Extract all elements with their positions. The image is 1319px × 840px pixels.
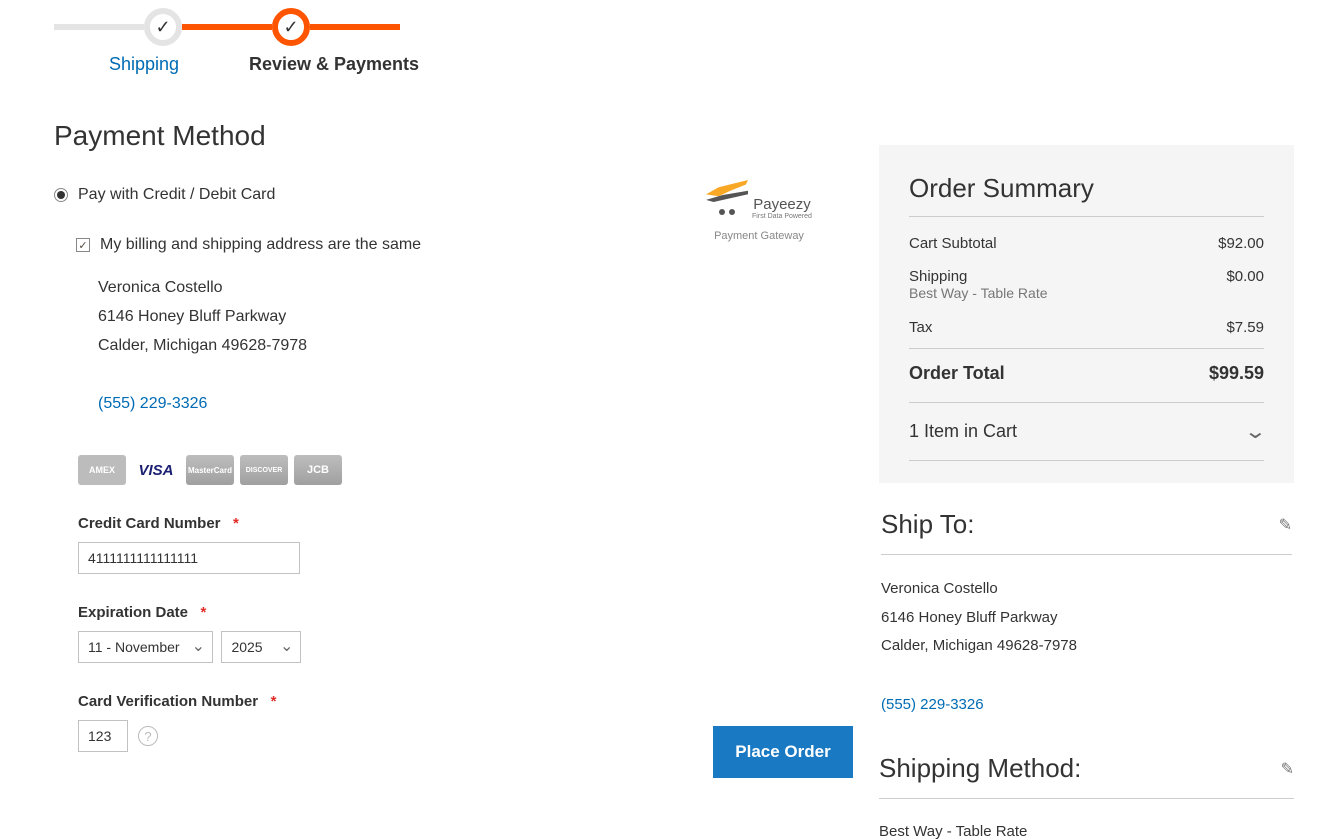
progress-labels: Shipping Review & Payments bbox=[54, 54, 434, 75]
order-summary: Order Summary Cart Subtotal $92.00 Shipp… bbox=[879, 145, 1294, 483]
exp-month-select[interactable]: 11 - November bbox=[78, 631, 213, 663]
chevron-down-icon: ⌄ bbox=[1244, 419, 1267, 444]
shipto-phone-link[interactable]: (555) 229-3326 bbox=[881, 691, 984, 720]
progress-bar: ✓ ✓ bbox=[54, 8, 400, 46]
cart-items-toggle[interactable]: 1 Item in Cart ⌄ bbox=[909, 402, 1264, 452]
billing-street: 6146 Honey Bluff Parkway bbox=[98, 303, 854, 332]
billing-phone-link[interactable]: (555) 229-3326 bbox=[98, 390, 207, 419]
gateway-caption: Payment Gateway bbox=[689, 230, 829, 242]
subtotal-value: $92.00 bbox=[1218, 235, 1264, 252]
mastercard-icon: MasterCard bbox=[186, 455, 234, 485]
bar-segment bbox=[182, 24, 272, 30]
discover-icon: DISCOVER bbox=[240, 455, 288, 485]
billing-same-label: My billing and shipping address are the … bbox=[100, 236, 421, 254]
total-value: $99.59 bbox=[1209, 363, 1264, 384]
shipmethod-value: Best Way - Table Rate bbox=[879, 823, 1294, 840]
payment-method-block: Pay with Credit / Debit Card ✓ My billin… bbox=[54, 186, 854, 752]
help-icon[interactable]: ? bbox=[138, 726, 158, 746]
shipto-street: 6146 Honey Bluff Parkway bbox=[881, 604, 1292, 633]
jcb-icon: JCB bbox=[294, 455, 342, 485]
gateway-brand: Payeezy bbox=[752, 196, 812, 213]
payeezy-swoosh-icon bbox=[706, 180, 748, 202]
cc-number-label-text: Credit Card Number bbox=[78, 515, 221, 532]
payment-gateway-badge: Payeezy First Data Powered Payment Gatew… bbox=[689, 180, 829, 242]
payeezy-wheels-icon bbox=[706, 202, 748, 220]
required-mark: * bbox=[233, 515, 239, 532]
step-review-label: Review & Payments bbox=[234, 54, 434, 75]
bar-segment bbox=[54, 24, 144, 30]
cvn-label-text: Card Verification Number bbox=[78, 693, 258, 710]
shipto-city: Calder, Michigan 49628-7978 bbox=[881, 632, 1292, 661]
step-shipping-icon: ✓ bbox=[144, 8, 182, 46]
summary-title: Order Summary bbox=[909, 173, 1264, 217]
bar-segment bbox=[310, 24, 400, 30]
ship-to-block: Ship To: ✎ Veronica Costello 6146 Honey … bbox=[879, 509, 1294, 719]
edit-shipto-icon[interactable]: ✎ bbox=[1279, 515, 1292, 535]
cart-toggle-label: 1 Item in Cart bbox=[909, 421, 1017, 442]
subtotal-label: Cart Subtotal bbox=[909, 235, 997, 252]
place-order-button[interactable]: Place Order bbox=[713, 726, 853, 778]
required-mark: * bbox=[201, 604, 207, 621]
exp-year-select[interactable]: 2025 bbox=[221, 631, 301, 663]
shipmethod-title: Shipping Method: bbox=[879, 753, 1081, 784]
total-label: Order Total bbox=[909, 363, 1005, 384]
step-review-icon: ✓ bbox=[272, 8, 310, 46]
expiration-label: Expiration Date * bbox=[78, 604, 854, 621]
billing-name: Veronica Costello bbox=[98, 274, 854, 303]
edit-shipmethod-icon[interactable]: ✎ bbox=[1281, 759, 1294, 779]
expiration-label-text: Expiration Date bbox=[78, 604, 188, 621]
cc-number-field: Credit Card Number * bbox=[78, 515, 854, 574]
shipto-name: Veronica Costello bbox=[881, 575, 1292, 604]
required-mark: * bbox=[271, 693, 277, 710]
tax-value: $7.59 bbox=[1226, 319, 1264, 336]
step-shipping-link[interactable]: Shipping bbox=[54, 54, 234, 75]
amex-icon: AMEX bbox=[78, 455, 126, 485]
cc-number-input[interactable] bbox=[78, 542, 300, 574]
shipto-title: Ship To: bbox=[881, 509, 974, 540]
payment-option-label: Pay with Credit / Debit Card bbox=[78, 186, 275, 204]
tax-label: Tax bbox=[909, 319, 932, 336]
cvn-input[interactable] bbox=[78, 720, 128, 752]
visa-icon: VISA bbox=[132, 455, 180, 485]
page-title: Payment Method bbox=[54, 120, 266, 152]
checkbox-icon: ✓ bbox=[76, 238, 90, 252]
billing-address: Veronica Costello 6146 Honey Bluff Parkw… bbox=[98, 274, 854, 419]
shipping-sub: Best Way - Table Rate bbox=[909, 285, 1264, 311]
billing-city: Calder, Michigan 49628-7978 bbox=[98, 332, 854, 361]
sidebar: Order Summary Cart Subtotal $92.00 Shipp… bbox=[879, 145, 1294, 840]
card-icons-row: AMEX VISA MasterCard DISCOVER JCB bbox=[78, 455, 854, 485]
gateway-subtext: First Data Powered bbox=[752, 213, 812, 220]
cvn-label: Card Verification Number * bbox=[78, 693, 854, 710]
shipping-label: Shipping bbox=[909, 268, 967, 285]
shipping-value: $0.00 bbox=[1226, 268, 1264, 285]
radio-icon bbox=[54, 188, 68, 202]
expiration-field: Expiration Date * 11 - November 2025 bbox=[78, 604, 854, 663]
cc-number-label: Credit Card Number * bbox=[78, 515, 854, 532]
